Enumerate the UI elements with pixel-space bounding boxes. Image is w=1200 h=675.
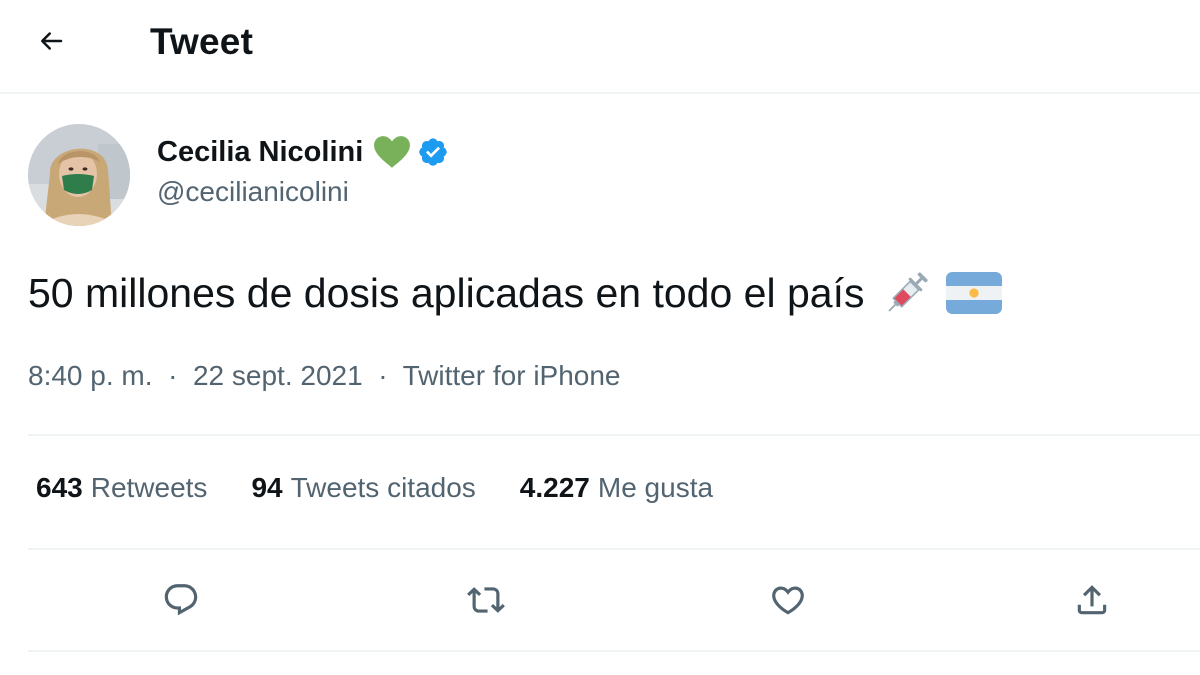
tweet-date[interactable]: 22 sept. 2021: [193, 360, 363, 391]
avatar[interactable]: [28, 124, 130, 226]
quote-tweets-count: 94: [251, 472, 283, 503]
meta-separator: ·: [370, 360, 396, 391]
likes-count: 4.227: [519, 472, 590, 503]
like-icon: [769, 581, 807, 624]
tweet-meta: 8:40 p. m. · 22 sept. 2021 · Twitter for…: [28, 360, 621, 392]
tweet-text: 50 millones de dosis aplicadas en todo e…: [28, 266, 1003, 320]
page-title: Tweet: [150, 21, 254, 62]
divider: [28, 650, 1200, 652]
quote-tweets-label: Tweets citados: [290, 472, 476, 503]
meta-separator: ·: [160, 360, 186, 391]
argentina-flag-icon: [946, 272, 1003, 314]
likes-stat[interactable]: 4.227 Me gusta: [520, 472, 713, 504]
retweet-icon: [467, 581, 505, 624]
reply-button[interactable]: [155, 576, 207, 628]
top-bar: Tweet: [0, 0, 1200, 94]
share-icon: [1073, 581, 1111, 624]
retweets-label: Retweets: [90, 472, 208, 503]
author-display-name[interactable]: Cecilia Nicolini: [157, 136, 363, 169]
retweets-stat[interactable]: 643 Retweets: [36, 472, 207, 504]
author-handle[interactable]: @cecilianicolini: [157, 176, 349, 208]
green-heart-icon: [373, 135, 411, 169]
verified-badge-icon: [417, 136, 449, 168]
engagement-stats: 643 Retweets 94 Tweets citados 4.227 Me gus…: [36, 472, 757, 504]
quote-tweets-stat[interactable]: 94 Tweets citados: [251, 472, 475, 504]
tweet-body: 50 millones de dosis aplicadas en todo e…: [28, 269, 865, 316]
syringe-icon: [880, 266, 934, 320]
divider: [28, 548, 1200, 550]
tweet-source[interactable]: Twitter for iPhone: [403, 360, 621, 391]
retweets-count: 643: [36, 472, 83, 503]
likes-label: Me gusta: [597, 472, 714, 503]
retweet-button[interactable]: [460, 576, 512, 628]
tweet-time[interactable]: 8:40 p. m.: [28, 360, 153, 391]
divider: [28, 434, 1200, 436]
back-button[interactable]: [28, 20, 74, 66]
author-name-row[interactable]: Cecilia Nicolini: [157, 130, 449, 174]
share-button[interactable]: [1066, 576, 1118, 628]
reply-icon: [162, 581, 200, 624]
action-bar: [0, 570, 1200, 634]
arrow-left-icon: [36, 26, 66, 61]
like-button[interactable]: [762, 576, 814, 628]
